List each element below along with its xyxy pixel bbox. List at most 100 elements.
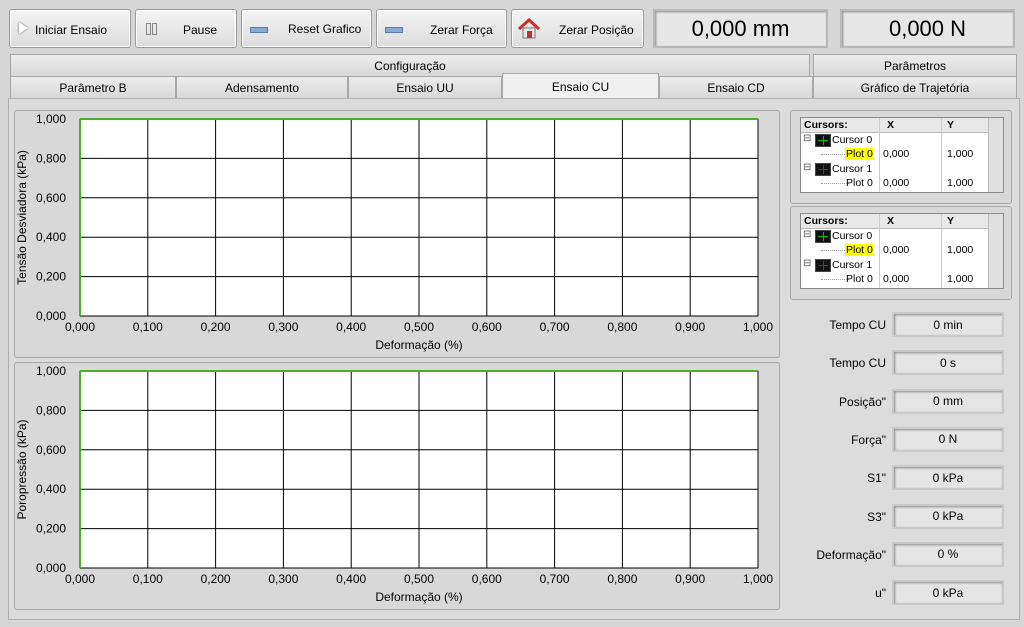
tab-configuracao[interactable]: Configuração [10,54,810,76]
crosshair-icon [815,134,831,147]
crosshair-icon [815,230,831,243]
cursor-header-name: Cursors: [804,119,848,131]
tab-ensaio-cd[interactable]: Ensaio CD [659,76,813,98]
pause-button[interactable]: Pause [135,9,237,48]
y-tick-label: 1,000 [36,112,66,126]
x-tick-label: 0,600 [472,320,502,334]
y-tick-label: 0,600 [36,443,66,457]
x-tick-label: 0,300 [268,320,298,334]
x-tick-label: 0,000 [65,572,95,586]
zero-position-label: Zerar Posição [559,23,634,37]
collapse-icon: ⊟ [803,133,812,144]
crosshair-mark [818,165,828,174]
x-tick-label: 0,900 [675,572,705,586]
deviator-stress-graph[interactable]: 0,000 0,100 0,200 0,300 0,400 0,500 0,600 0,700… [14,110,780,358]
tab-label: Ensaio CD [707,80,765,95]
x-tick-label: 0,700 [540,572,570,586]
cursor-header-y: Y [947,119,955,131]
x-tick-label: 0,300 [268,572,298,586]
cursor-x-value: 0,000 [883,273,910,285]
start-test-button[interactable]: Iniciar Ensaio [9,9,131,48]
cursor-legend-1[interactable]: Cursors: X Y ⊟ Cursor 0 Plot 0 0,000 1,000 ⊟ Curs… [790,110,1012,204]
collapse-icon: ⊟ [803,229,812,240]
pore-pressure-chart: 0,000 0,100 0,200 0,300 0,400 0,500 0,600 0,700… [15,364,773,604]
scrollbar[interactable] [988,214,1003,288]
x-tick-label: 1,000 [743,572,773,586]
cursor-name: Cursor 0 [832,134,873,146]
cursor-y-value: 1,000 [947,273,974,285]
column-divider [879,214,880,288]
cursor-x-value: 0,000 [883,177,910,189]
crosshair-v [823,232,824,241]
cursor-y-value: 1,000 [947,244,974,256]
crosshair-mark [818,261,828,270]
x-tick-label: 0,100 [133,320,163,334]
force-readout: 0,000 N [840,9,1015,48]
cursor-y-value: 1,000 [947,148,974,160]
tab-parametro-b[interactable]: Parâmetro B [10,76,176,98]
minus-icon [250,27,268,33]
cursor-header-x: X [887,119,895,131]
x-tick-label: 0,200 [201,572,231,586]
column-divider [941,118,942,192]
pause-icon-bar [152,23,157,35]
crosshair-v [823,165,824,174]
tab-adensamento[interactable]: Adensamento [176,76,348,98]
tab-ensaio-uu[interactable]: Ensaio UU [348,76,502,98]
cursor-header-x: X [887,215,895,227]
x-tick-label: 0,900 [675,320,705,334]
play-icon [19,22,28,34]
x-tick-label: 0,600 [472,572,502,586]
cursor-plot-name: Plot 0 [845,244,874,256]
crosshair-v [823,261,824,270]
cursor-header-y: Y [947,215,955,227]
x-tick-label: 0,500 [404,320,434,334]
indicator-value: 0 N [892,426,1004,452]
cursor-name: Cursor 1 [832,259,873,271]
crosshair-icon [815,163,831,176]
tab-label: Adensamento [224,80,300,95]
cursor-x-value: 0,000 [883,148,910,160]
zero-position-button[interactable]: Zerar Posição [511,9,644,48]
tab-ensaio-cu[interactable]: Ensaio CU [502,73,659,99]
indicator-value: 0 % [892,541,1004,567]
tab-parametros[interactable]: Parâmetros [813,54,1017,76]
cursor-table: Cursors: X Y ⊟ Cursor 0 Plot 0 0,000 1,000 ⊟ Curs… [800,117,1004,193]
cursor-legend-2[interactable]: Cursors: X Y ⊟ Cursor 0 Plot 0 0,000 1,000 ⊟ Curs… [790,206,1012,300]
y-axis-label: Tensão Desviadora (kPa) [15,150,29,285]
y-axis-label: Poropressão (kPa) [15,419,29,519]
y-tick-label: 0,600 [36,191,66,205]
cursor-header-name: Cursors: [804,215,848,227]
pause-icon [146,23,151,35]
x-tick-label: 0,800 [607,572,637,586]
tab-grafico-trajetoria[interactable]: Gráfico de Trajetória [813,76,1017,98]
x-tick-label: 0,500 [404,572,434,586]
cursor-x-value: 0,000 [883,244,910,256]
scrollbar[interactable] [988,118,1003,192]
y-tick-label: 0,200 [36,270,66,284]
zero-force-button[interactable]: Zerar Força [376,9,507,48]
cursor-plot-name: Plot 0 [845,148,874,160]
tab-label: Ensaio CU [551,79,610,94]
cursor-name: Cursor 1 [832,163,873,175]
indicator-label: u" [875,586,886,601]
minus-icon [385,27,403,33]
cursor-table: Cursors: X Y ⊟ Cursor 0 Plot 0 0,000 1,000 ⊟ Curs… [800,213,1004,289]
cursor-y-value: 1,000 [947,177,974,189]
cursor-name: Cursor 0 [832,230,873,242]
tab-label: Parâmetros [883,58,947,73]
y-tick-label: 0,200 [36,522,66,536]
x-tick-label: 0,800 [607,320,637,334]
pore-pressure-graph[interactable]: 0,000 0,100 0,200 0,300 0,400 0,500 0,600 0,700… [14,362,780,610]
tab-label: Parâmetro B [59,80,127,95]
indicator-label: S1" [867,471,886,486]
indicator-label: Força" [851,432,886,447]
position-readout: 0,000 mm [653,9,828,48]
y-tick-label: 0,800 [36,151,66,165]
indicator-value: 0 mm [892,388,1004,414]
x-tick-label: 0,100 [133,572,163,586]
pause-label: Pause [183,23,218,37]
indicator-label: Posição" [839,394,886,409]
indicator-value: 0 s [892,350,1004,376]
reset-graph-button[interactable]: Reset Grafico [241,9,372,48]
